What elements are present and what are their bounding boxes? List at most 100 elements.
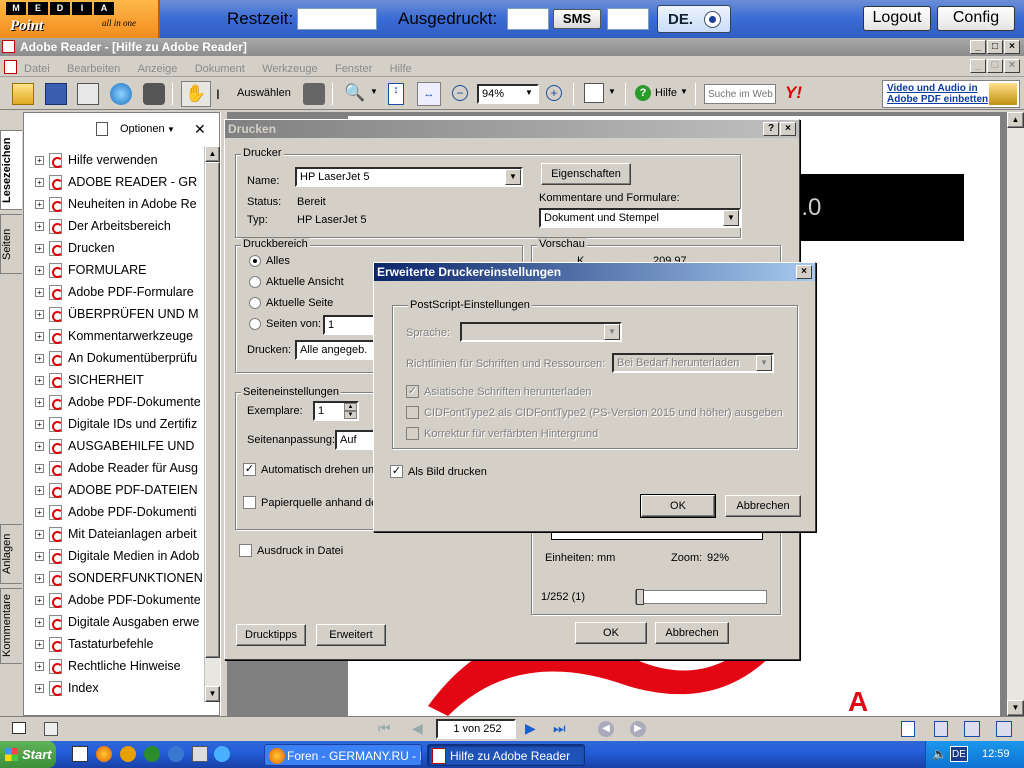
bookmark-item[interactable]: + ADOBE READER - GR	[24, 171, 204, 193]
expand-icon[interactable]: +	[35, 661, 44, 671]
zoom-combo[interactable]: 94% ▼	[477, 84, 539, 104]
scroll-up-icon[interactable]: ▲	[1007, 112, 1024, 128]
expand-icon[interactable]: +	[35, 397, 44, 407]
page-layout-icon[interactable]	[44, 722, 58, 736]
monitor-icon[interactable]	[12, 722, 26, 734]
chevron-down-icon[interactable]: ▼	[505, 169, 521, 185]
maximize-button[interactable]: □	[987, 40, 1003, 54]
bookmark-item[interactable]: + ADOBE PDF-DATEIEN	[24, 479, 204, 501]
range-pages-radio[interactable]	[249, 318, 261, 330]
promo-banner[interactable]: Video und Audio in Adobe PDF einbetten	[882, 80, 1020, 108]
open-folder-icon[interactable]	[12, 83, 34, 105]
previous-page-icon[interactable]: ◀	[412, 720, 423, 737]
zoom-in-icon[interactable]: 🔍	[344, 83, 365, 103]
bookmark-item[interactable]: + Digitale IDs und Zertifiz	[24, 413, 204, 435]
paper-source-checkbox[interactable]	[243, 496, 256, 509]
expand-icon[interactable]: +	[35, 683, 44, 693]
next-page-icon[interactable]: ▶	[525, 720, 536, 737]
cidfont-checkbox[interactable]	[406, 406, 419, 419]
range-current-view-radio[interactable]	[249, 276, 261, 288]
expand-icon[interactable]: +	[35, 331, 44, 341]
close-icon[interactable]: ×	[796, 265, 812, 279]
expand-icon[interactable]: +	[35, 485, 44, 495]
minimize-button[interactable]: _	[970, 40, 986, 54]
range-current-page-radio[interactable]	[249, 297, 261, 309]
print-subset-select[interactable]: Alle angegeb. S	[295, 340, 377, 360]
taskbar-adobe-button[interactable]: Hilfe zu Adobe Reader	[427, 744, 585, 766]
scroll-down-icon[interactable]: ▼	[205, 686, 220, 702]
language-toggle[interactable]: DE.	[657, 5, 731, 33]
bookmark-item[interactable]: + Tastaturbefehle	[24, 633, 204, 655]
scroll-thumb[interactable]	[205, 162, 220, 658]
copies-up-icon[interactable]: ▲	[344, 403, 357, 411]
help-icon[interactable]: ?	[635, 85, 651, 101]
bookmark-item[interactable]: + Neuheiten in Adobe Re	[24, 193, 204, 215]
bookmark-item[interactable]: + AUSGABEHILFE UND	[24, 435, 204, 457]
tab-seiten[interactable]: Seiten	[0, 214, 22, 274]
language-select[interactable]: ▼	[460, 322, 622, 342]
color-bg-checkbox[interactable]	[406, 427, 419, 440]
language-indicator[interactable]: DE	[950, 746, 968, 762]
sidebar-scrollbar[interactable]: ▲ ▼	[204, 146, 220, 702]
back-view-icon[interactable]: ◀	[598, 721, 614, 737]
internet-explorer-icon[interactable]	[214, 746, 230, 762]
chevron-down-icon[interactable]: ▼	[680, 87, 688, 96]
scroll-down-icon[interactable]: ▼	[1007, 700, 1024, 716]
doc-minimize-button[interactable]: _	[970, 59, 986, 73]
first-page-icon[interactable]: ⏮	[378, 720, 391, 737]
properties-button[interactable]: Eigenschaften	[541, 163, 631, 185]
taskbar-firefox-button[interactable]: Foren - GERMANY.RU - Г...	[264, 744, 422, 766]
chevron-down-icon[interactable]: ▼	[608, 87, 616, 96]
bookmark-item[interactable]: + Index	[24, 677, 204, 699]
select-tool-label[interactable]: Auswählen	[237, 87, 291, 99]
skype-icon[interactable]	[168, 746, 184, 762]
web-search-input[interactable]	[704, 84, 776, 104]
expand-icon[interactable]: +	[35, 353, 44, 363]
quicklaunch-icon[interactable]	[72, 746, 88, 762]
expand-icon[interactable]: +	[35, 309, 44, 319]
copies-down-icon[interactable]: ▼	[344, 411, 357, 419]
menu-fenster[interactable]: Fenster	[335, 63, 372, 75]
advanced-ok-button[interactable]: OK	[640, 494, 716, 518]
expand-icon[interactable]: +	[35, 243, 44, 253]
bookmark-item[interactable]: + Digitale Medien in Adob	[24, 545, 204, 567]
expand-icon[interactable]: +	[35, 265, 44, 275]
auto-rotate-checkbox[interactable]: ✓	[243, 463, 256, 476]
bookmark-item[interactable]: + An Dokumentüberprüfu	[24, 347, 204, 369]
chevron-down-icon[interactable]: ▼	[723, 210, 739, 226]
font-policy-select[interactable]: Bei Bedarf herunterladen ▼	[612, 353, 774, 373]
bookmark-item[interactable]: + SICHERHEIT	[24, 369, 204, 391]
winamp-icon[interactable]	[120, 746, 136, 762]
bookmark-item[interactable]: + Drucken	[24, 237, 204, 259]
bookmark-item[interactable]: + Mit Dateianlagen arbeit	[24, 523, 204, 545]
bookmark-item[interactable]: + Rechtliche Hinweise	[24, 655, 204, 677]
comments-select[interactable]: Dokument und Stempel ▼	[539, 208, 741, 228]
advanced-cancel-button[interactable]: Abbrechen	[725, 495, 801, 517]
print-tips-button[interactable]: Drucktipps	[236, 624, 306, 646]
bookmark-item[interactable]: + Adobe Reader für Ausg	[24, 457, 204, 479]
expand-icon[interactable]: +	[35, 375, 44, 385]
expand-icon[interactable]: +	[35, 155, 44, 165]
bookmark-item[interactable]: + Der Arbeitsbereich	[24, 215, 204, 237]
preview-slider[interactable]	[635, 589, 767, 605]
zoom-dropdown-arrow-icon[interactable]: ▼	[370, 87, 378, 96]
snapshot-camera-icon[interactable]	[303, 83, 325, 105]
slider-thumb[interactable]	[636, 589, 644, 605]
continuous-facing-icon[interactable]	[996, 721, 1012, 737]
app-icon[interactable]	[192, 746, 208, 762]
print-cancel-button[interactable]: Abbrechen	[655, 622, 729, 644]
help-label[interactable]: Hilfe	[655, 87, 677, 99]
expand-icon[interactable]: +	[35, 221, 44, 231]
pages-from-input[interactable]: 1	[323, 315, 375, 335]
bookmark-item[interactable]: + Adobe PDF-Dokumenti	[24, 501, 204, 523]
expand-icon[interactable]: +	[35, 573, 44, 583]
last-page-icon[interactable]: ⏭	[553, 720, 566, 737]
menu-werkzeuge[interactable]: Werkzeuge	[262, 63, 317, 75]
scaling-select[interactable]: Auf Grö	[335, 430, 375, 450]
printer-name-select[interactable]: HP LaserJet 5 ▼	[295, 167, 523, 187]
expand-icon[interactable]: +	[35, 507, 44, 517]
expand-icon[interactable]: +	[35, 177, 44, 187]
continuous-icon[interactable]	[934, 721, 948, 737]
bookmark-item[interactable]: + FORMULARE	[24, 259, 204, 281]
bookmark-item[interactable]: + SONDERFUNKTIONEN	[24, 567, 204, 589]
